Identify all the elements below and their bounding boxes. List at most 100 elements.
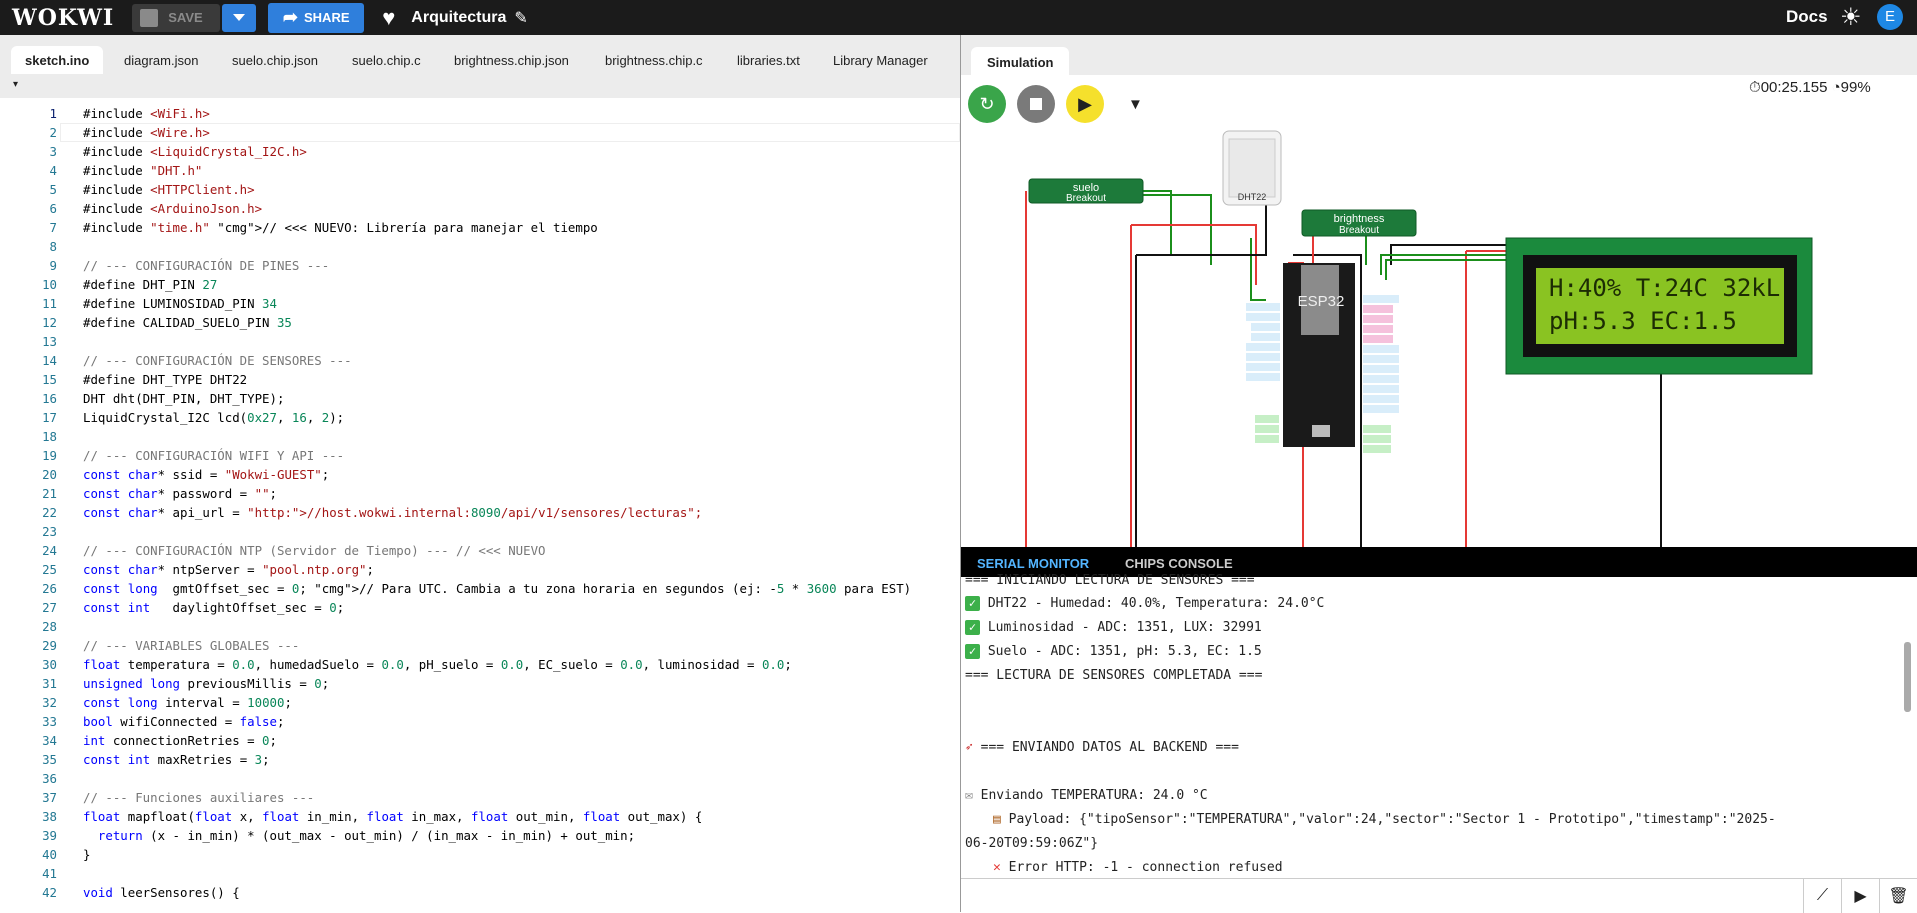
line-number: 18 xyxy=(42,429,57,444)
tab-library-manager[interactable]: Library Manager xyxy=(819,46,942,74)
code-line[interactable]: 37 // --- Funciones auxiliares --- xyxy=(0,788,960,807)
tab-brightness-chip-json[interactable]: brightness.chip.json xyxy=(440,46,583,74)
code-line[interactable]: 29 // --- VARIABLES GLOBALES --- xyxy=(0,636,960,655)
autoscroll-play-icon[interactable]: ▶ xyxy=(1841,879,1879,913)
code-line[interactable]: 21 const char* password = ""; xyxy=(0,484,960,503)
code-line[interactable]: 20 const char* ssid = "Wokwi-GUEST"; xyxy=(0,465,960,484)
code-line[interactable]: 5 #include <HTTPClient.h> xyxy=(0,180,960,199)
code-line[interactable]: 2 #include <Wire.h> xyxy=(0,123,960,142)
avatar[interactable]: E xyxy=(1877,4,1903,30)
simulation-canvas[interactable]: ↻ ▶ ▼ ⏱00:25.155 ◔99% suelo Breakout DHT… xyxy=(961,75,1917,547)
send-icon: ✉ xyxy=(965,788,973,803)
line-number: 9 xyxy=(49,258,57,273)
code-line[interactable]: 3 #include <LiquidCrystal_I2C.h> xyxy=(0,142,960,161)
code-line[interactable]: 9 // --- CONFIGURACIÓN DE PINES --- xyxy=(0,256,960,275)
code-line[interactable]: 32 const long interval = 10000; xyxy=(0,693,960,712)
check-icon: ✓ xyxy=(965,596,980,611)
code-line[interactable]: 25 const char* ntpServer = "pool.ntp.org"… xyxy=(0,560,960,579)
serial-input-bar[interactable]: ⟋ ▶ 🗑 xyxy=(961,878,1917,913)
code-text: #include "time.h" "cmg">// <<< NUEVO: Li… xyxy=(83,220,598,235)
code-line[interactable]: 27 const int daylightOffset_sec = 0; xyxy=(0,598,960,617)
code-editor[interactable]: 1 #include <WiFi.h> 2 #include <Wire.h> 3 #in… xyxy=(0,98,960,912)
check-icon: ✓ xyxy=(965,620,980,635)
code-line[interactable]: 12 #define CALIDAD_SUELO_PIN 35 xyxy=(0,313,960,332)
code-line[interactable]: 4 #include "DHT.h" xyxy=(0,161,960,180)
code-line[interactable]: 26 const long gmtOffset_sec = 0; "cmg">//… xyxy=(0,579,960,598)
line-number: 10 xyxy=(42,277,57,292)
line-number: 42 xyxy=(42,885,57,900)
line-number: 22 xyxy=(42,505,57,520)
code-line[interactable]: 28 xyxy=(0,617,960,636)
code-text: #define DHT_PIN 27 xyxy=(83,277,218,292)
trash-icon[interactable]: 🗑 xyxy=(1879,879,1917,913)
tab-simulation[interactable]: Simulation xyxy=(971,47,1070,77)
code-line[interactable]: 39 return (x - in_min) * (out_max - out_… xyxy=(0,826,960,845)
code-line[interactable]: 24 // --- CONFIGURACIÓN NTP (Servidor de … xyxy=(0,541,960,560)
code-line[interactable]: 17 LiquidCrystal_I2C lcd(0x27, 16, 2); xyxy=(0,408,960,427)
code-line[interactable]: 22 const char* api_url = "http:">//host.w… xyxy=(0,503,960,522)
tab-serial-monitor[interactable]: SERIAL MONITOR xyxy=(977,556,1089,571)
serial-scrollbar[interactable] xyxy=(1904,642,1911,712)
code-line[interactable]: 40} xyxy=(0,845,960,864)
line-number: 13 xyxy=(42,334,57,349)
line-number: 19 xyxy=(42,448,57,463)
code-line[interactable]: 33 bool wifiConnected = false; xyxy=(0,712,960,731)
code-text: const char* ntpServer = "pool.ntp.org"; xyxy=(83,562,374,577)
code-line[interactable]: 31 unsigned long previousMillis = 0; xyxy=(0,674,960,693)
code-text: #include <LiquidCrystal_I2C.h> xyxy=(83,144,307,159)
line-number: 15 xyxy=(42,372,57,387)
code-line[interactable]: 14 // --- CONFIGURACIÓN DE SENSORES --- xyxy=(0,351,960,370)
code-line[interactable]: 10 #define DHT_PIN 27 xyxy=(0,275,960,294)
project-name[interactable]: Arquitectura xyxy=(411,9,506,27)
line-number: 20 xyxy=(42,467,57,482)
sun-icon[interactable]: ☀ xyxy=(1840,3,1862,32)
code-line[interactable]: 11 #define LUMINOSIDAD_PIN 34 xyxy=(0,294,960,313)
code-text: const long interval = 10000; xyxy=(83,695,292,710)
plotter-icon[interactable]: ⟋ xyxy=(1803,879,1841,913)
code-line[interactable]: 34 int connectionRetries = 0; xyxy=(0,731,960,750)
heart-icon[interactable]: ♥ xyxy=(382,5,395,31)
code-line[interactable]: 8 xyxy=(0,237,960,256)
code-line[interactable]: 23 xyxy=(0,522,960,541)
code-text: float temperatura = 0.0, humedadSuelo = … xyxy=(83,657,792,672)
save-dropdown-button[interactable] xyxy=(222,3,257,32)
share-button[interactable]: ➦ SHARE xyxy=(268,2,365,33)
dht22-label: DHT22 xyxy=(1238,192,1267,202)
code-line[interactable]: 36 xyxy=(0,769,960,788)
code-line[interactable]: 19 // --- CONFIGURACIÓN WIFI Y API --- xyxy=(0,446,960,465)
code-line[interactable]: 15 #define DHT_TYPE DHT22 xyxy=(0,370,960,389)
code-line[interactable]: 13 xyxy=(0,332,960,351)
tabs-more-icon[interactable]: ▾ xyxy=(13,79,18,90)
tab-suelo-chip-json[interactable]: suelo.chip.json xyxy=(218,46,332,74)
code-line[interactable]: 41 xyxy=(0,864,960,883)
tab-suelo-chip-c[interactable]: suelo.chip.c xyxy=(338,46,435,74)
code-line[interactable]: 6 #include <ArduinoJson.h> xyxy=(0,199,960,218)
docs-link[interactable]: Docs xyxy=(1786,7,1828,27)
line-number: 12 xyxy=(42,315,57,330)
code-line[interactable]: 30 float temperatura = 0.0, humedadSuelo … xyxy=(0,655,960,674)
pencil-icon[interactable]: ✎ xyxy=(514,8,527,28)
save-icon xyxy=(140,8,159,27)
code-line[interactable]: 1 #include <WiFi.h> xyxy=(0,104,960,123)
code-text: #define LUMINOSIDAD_PIN 34 xyxy=(83,296,277,311)
code-line[interactable]: 18 xyxy=(0,427,960,446)
tab-brightness-chip-c[interactable]: brightness.chip.c xyxy=(591,46,717,74)
tab-libraries-txt[interactable]: libraries.txt xyxy=(723,46,814,74)
code-line[interactable]: 7 #include "time.h" "cmg">// <<< NUEVO: L… xyxy=(0,218,960,237)
code-line[interactable]: 42 void leerSensores() { xyxy=(0,883,960,902)
line-number: 8 xyxy=(49,239,57,254)
code-line[interactable]: 35 const int maxRetries = 3; xyxy=(0,750,960,769)
suelo-breakout-sub: Breakout xyxy=(1066,193,1106,204)
code-line[interactable]: 16 DHT dht(DHT_PIN, DHT_TYPE); xyxy=(0,389,960,408)
code-line[interactable]: 38 float mapfloat(float x, float in_min, … xyxy=(0,807,960,826)
tab-diagram-json[interactable]: diagram.json xyxy=(110,46,212,74)
line-number: 40 xyxy=(42,847,57,862)
tab-chips-console[interactable]: CHIPS CONSOLE xyxy=(1125,556,1233,571)
serial-line: === INICIANDO LECTURA DE SENSORES === xyxy=(965,573,1255,588)
circuit-diagram: suelo Breakout DHT22 brightness Breakout… xyxy=(1025,130,1813,547)
save-button[interactable]: SAVE xyxy=(132,3,221,32)
wokwi-logo[interactable]: WOKWI xyxy=(12,5,114,31)
tab-sketch-ino[interactable]: sketch.ino xyxy=(11,46,104,74)
line-number: 39 xyxy=(42,828,57,843)
line-number: 32 xyxy=(42,695,57,710)
